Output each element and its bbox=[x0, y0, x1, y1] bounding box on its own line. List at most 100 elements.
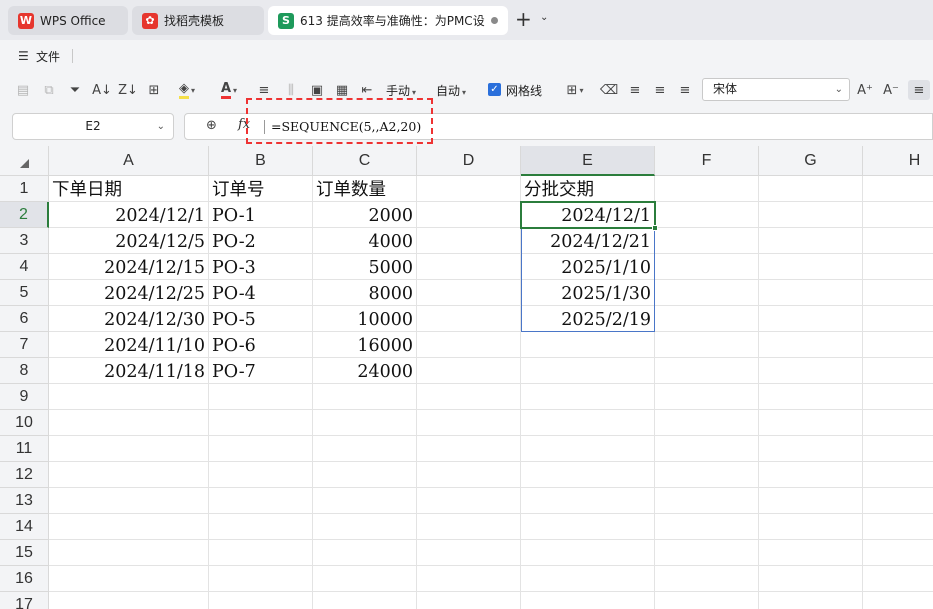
cell-c7[interactable]: 16000 bbox=[313, 332, 417, 358]
column-header-f[interactable]: F bbox=[655, 146, 759, 176]
cell-b2[interactable]: PO-1 bbox=[209, 202, 313, 228]
column-header-b[interactable]: B bbox=[209, 146, 313, 176]
column-header-d[interactable]: D bbox=[417, 146, 521, 176]
column-header-h[interactable]: H bbox=[863, 146, 933, 176]
row-header-17[interactable]: 17 bbox=[0, 592, 49, 609]
tab-bar: W WPS Office ✿ 找稻壳模板 S 613 提高效率与准确性：为PMC… bbox=[0, 0, 933, 40]
unsaved-dot-icon[interactable] bbox=[491, 17, 498, 24]
cell-a4[interactable]: 2024/12/15 bbox=[49, 254, 209, 280]
align-left-icon[interactable]: ≡ bbox=[626, 80, 644, 100]
merge-cells-icon[interactable]: ⫼ bbox=[282, 80, 300, 100]
table-style-icon[interactable]: ▦ bbox=[333, 80, 351, 100]
cell-c6[interactable]: 10000 bbox=[313, 306, 417, 332]
row-header-15[interactable]: 15 bbox=[0, 540, 49, 566]
tab-wps-office[interactable]: W WPS Office bbox=[8, 6, 128, 35]
row-header-2[interactable]: 2 bbox=[0, 202, 49, 228]
freeze-panes-icon[interactable]: ⊞ ▾ bbox=[560, 80, 590, 100]
cell-e5[interactable]: 2025/1/30 bbox=[521, 280, 655, 306]
wrap-text-icon[interactable]: ≡ bbox=[255, 80, 273, 100]
cell-a7[interactable]: 2024/11/10 bbox=[49, 332, 209, 358]
cell-c3[interactable]: 4000 bbox=[313, 228, 417, 254]
clear-format-icon[interactable]: ⌫ bbox=[600, 80, 618, 100]
function-fx-icon[interactable]: fx bbox=[238, 117, 250, 132]
fill-color-icon[interactable]: ◈ ▾ bbox=[172, 80, 202, 100]
cell-b5[interactable]: PO-4 bbox=[209, 280, 313, 306]
formula-input[interactable]: =SEQUENCE(5,,A2,20) bbox=[271, 119, 421, 134]
tab-docer-templates[interactable]: ✿ 找稻壳模板 bbox=[132, 6, 264, 35]
cell-c1[interactable]: 订单数量 bbox=[313, 176, 417, 202]
fill-handle[interactable] bbox=[652, 225, 658, 231]
new-tab-plus-icon[interactable]: + bbox=[515, 9, 532, 29]
select-all-corner[interactable] bbox=[0, 146, 49, 176]
hamburger-menu-icon[interactable]: ☰ bbox=[18, 49, 29, 63]
cell-b8[interactable]: PO-7 bbox=[209, 358, 313, 384]
font-name-value: 宋体 bbox=[713, 82, 738, 96]
row-header-1[interactable]: 1 bbox=[0, 176, 49, 202]
row-header-8[interactable]: 8 bbox=[0, 358, 49, 384]
manual-calc-dropdown[interactable]: 手动 ▾ bbox=[386, 82, 416, 99]
cell-e3[interactable]: 2024/12/21 bbox=[521, 228, 655, 254]
name-box[interactable]: E2 ⌄ bbox=[12, 113, 174, 140]
row-header-12[interactable]: 12 bbox=[0, 462, 49, 488]
cell-a5[interactable]: 2024/12/25 bbox=[49, 280, 209, 306]
row-header-7[interactable]: 7 bbox=[0, 332, 49, 358]
font-name-select[interactable]: 宋体 ⌄ bbox=[702, 78, 850, 101]
cell-b6[interactable]: PO-5 bbox=[209, 306, 313, 332]
cell-b3[interactable]: PO-2 bbox=[209, 228, 313, 254]
font-color-icon[interactable]: A ▾ bbox=[214, 80, 244, 100]
cell-e6[interactable]: 2025/2/19 bbox=[521, 306, 655, 332]
cell-e1[interactable]: 分批交期 bbox=[521, 176, 655, 202]
cell-c5[interactable]: 8000 bbox=[313, 280, 417, 306]
cell-format-icon[interactable]: ▣ bbox=[308, 80, 326, 100]
align-justify-icon[interactable]: ≡ bbox=[908, 80, 930, 100]
cell-c2[interactable]: 2000 bbox=[313, 202, 417, 228]
auto-calc-dropdown[interactable]: 自动 ▾ bbox=[436, 82, 466, 99]
cell-b7[interactable]: PO-6 bbox=[209, 332, 313, 358]
paste-icon[interactable]: ⧉ bbox=[40, 80, 58, 100]
tab-label: WPS Office bbox=[40, 13, 106, 28]
cell-a3[interactable]: 2024/12/5 bbox=[49, 228, 209, 254]
column-header-g[interactable]: G bbox=[759, 146, 863, 176]
cell-c4[interactable]: 5000 bbox=[313, 254, 417, 280]
gridlines-checkbox[interactable]: ✓ bbox=[488, 83, 501, 96]
divider bbox=[264, 120, 265, 134]
auto-label: 自动 bbox=[436, 84, 461, 98]
row-header-3[interactable]: 3 bbox=[0, 228, 49, 254]
cell-e4[interactable]: 2025/1/10 bbox=[521, 254, 655, 280]
sort-ascending-icon[interactable]: A↓ bbox=[92, 80, 112, 100]
row-header-10[interactable]: 10 bbox=[0, 410, 49, 436]
row-header-9[interactable]: 9 bbox=[0, 384, 49, 410]
zoom-magnifier-icon[interactable]: ⊕ bbox=[206, 118, 217, 133]
cell-a8[interactable]: 2024/11/18 bbox=[49, 358, 209, 384]
chevron-down-icon[interactable]: ⌄ bbox=[540, 12, 548, 23]
fit-icon[interactable]: ⇤ bbox=[358, 80, 376, 100]
row-header-16[interactable]: 16 bbox=[0, 566, 49, 592]
row-header-11[interactable]: 11 bbox=[0, 436, 49, 462]
cell-b4[interactable]: PO-3 bbox=[209, 254, 313, 280]
cell-e2[interactable]: 2024/12/1 bbox=[521, 202, 655, 228]
filter-icon[interactable]: ⏷ bbox=[66, 80, 84, 100]
row-header-13[interactable]: 13 bbox=[0, 488, 49, 514]
row-header-6[interactable]: 6 bbox=[0, 306, 49, 332]
row-header-5[interactable]: 5 bbox=[0, 280, 49, 306]
cell-a6[interactable]: 2024/12/30 bbox=[49, 306, 209, 332]
cell-a1[interactable]: 下单日期 bbox=[49, 176, 209, 202]
column-header-c[interactable]: C bbox=[313, 146, 417, 176]
decrease-font-icon[interactable]: A⁻ bbox=[882, 80, 900, 100]
borders-icon[interactable]: ⊞ bbox=[145, 80, 163, 100]
cell-c8[interactable]: 24000 bbox=[313, 358, 417, 384]
column-header-a[interactable]: A bbox=[49, 146, 209, 176]
align-right-icon[interactable]: ≡ bbox=[676, 80, 694, 100]
column-header-e[interactable]: E bbox=[521, 146, 655, 176]
row-header-4[interactable]: 4 bbox=[0, 254, 49, 280]
sort-descending-icon[interactable]: Z↓ bbox=[118, 80, 138, 100]
cell-a2[interactable]: 2024/12/1 bbox=[49, 202, 209, 228]
format-painter-icon[interactable]: ▤ bbox=[14, 80, 32, 100]
tab-current-spreadsheet[interactable]: S 613 提高效率与准确性：为PMC设 bbox=[268, 6, 508, 35]
row-header-14[interactable]: 14 bbox=[0, 514, 49, 540]
align-center-icon[interactable]: ≡ bbox=[651, 80, 669, 100]
menu-file[interactable]: 文件 bbox=[36, 48, 60, 65]
tab-label: 613 提高效率与准确性：为PMC设 bbox=[300, 14, 485, 28]
cell-b1[interactable]: 订单号 bbox=[209, 176, 313, 202]
increase-font-icon[interactable]: A⁺ bbox=[856, 80, 874, 100]
